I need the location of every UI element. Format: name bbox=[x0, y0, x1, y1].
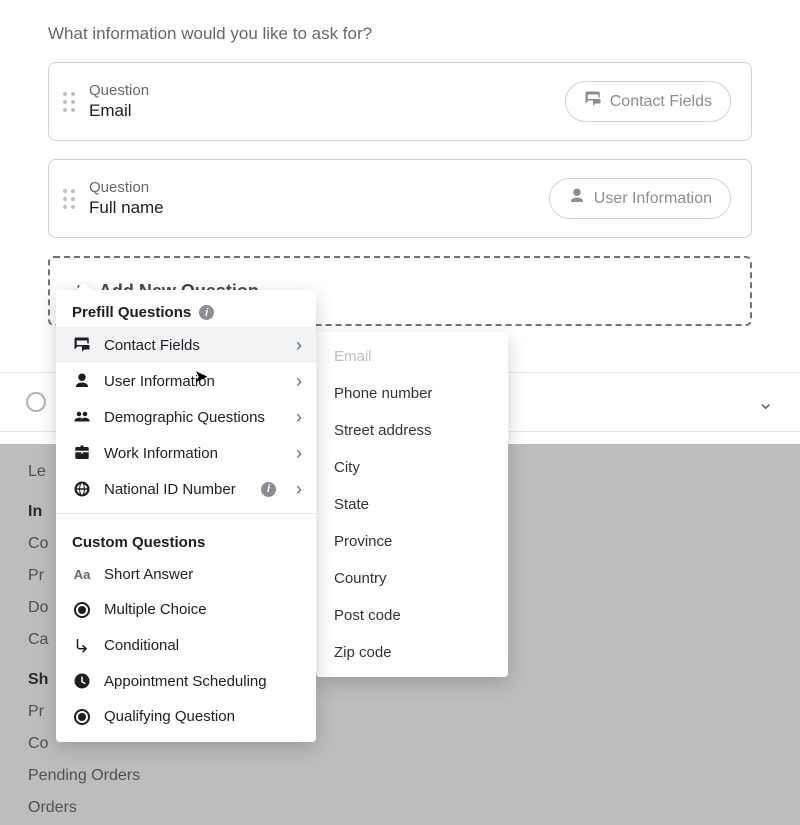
chevron-right-icon: › bbox=[296, 480, 302, 498]
menu-item-label: Conditional bbox=[104, 637, 302, 654]
menu-item-label: Work Information bbox=[104, 445, 284, 462]
menu-item-label: Qualifying Question bbox=[104, 708, 302, 725]
menu-item-user-info[interactable]: User Information › bbox=[56, 363, 316, 399]
chevron-right-icon: › bbox=[296, 444, 302, 462]
briefcase-icon bbox=[72, 444, 92, 462]
drag-handle-icon[interactable] bbox=[63, 92, 75, 112]
menu-item-work-info[interactable]: Work Information › bbox=[56, 435, 316, 471]
chevron-down-icon: ⌄ bbox=[757, 390, 774, 415]
user-icon bbox=[72, 372, 92, 390]
question-label: Question bbox=[89, 179, 535, 196]
submenu-item-country[interactable]: Country bbox=[316, 560, 508, 597]
clock-icon bbox=[72, 672, 92, 690]
chat-icon bbox=[584, 90, 602, 113]
menu-item-label: User Information bbox=[104, 373, 284, 390]
menu-item-qualifying[interactable]: Qualifying Question bbox=[56, 699, 316, 734]
radio-icon bbox=[72, 709, 92, 725]
submenu-item-email[interactable]: Email bbox=[316, 338, 508, 375]
menu-divider bbox=[56, 513, 316, 514]
submenu-item-phone[interactable]: Phone number bbox=[316, 375, 508, 412]
chip-contact-fields[interactable]: Contact Fields bbox=[565, 81, 731, 122]
chip-label: Contact Fields bbox=[610, 93, 712, 111]
chip-user-info[interactable]: User Information bbox=[549, 178, 731, 219]
menu-item-short-answer[interactable]: Aa Short Answer bbox=[56, 557, 316, 592]
menu-item-national-id[interactable]: National ID Number i › bbox=[56, 471, 316, 507]
menu-section-prefill: Prefill Questions i bbox=[56, 290, 316, 327]
question-label: Question bbox=[89, 82, 551, 99]
radio-icon bbox=[26, 392, 46, 412]
info-icon[interactable]: i bbox=[199, 305, 214, 320]
contact-fields-submenu: Email Phone number Street address City S… bbox=[316, 332, 508, 677]
submenu-item-postcode[interactable]: Post code bbox=[316, 597, 508, 634]
menu-item-contact-fields[interactable]: Contact Fields › bbox=[56, 327, 316, 363]
text-icon: Aa bbox=[72, 567, 92, 582]
menu-item-label: Multiple Choice bbox=[104, 601, 302, 618]
question-type-menu: Prefill Questions i Contact Fields › Use… bbox=[56, 290, 316, 742]
info-icon[interactable]: i bbox=[261, 482, 276, 497]
group-icon bbox=[72, 408, 92, 426]
menu-item-appointment[interactable]: Appointment Scheduling bbox=[56, 663, 316, 699]
menu-section-custom: Custom Questions bbox=[56, 520, 316, 557]
submenu-item-zipcode[interactable]: Zip code bbox=[316, 634, 508, 671]
menu-item-label: Short Answer bbox=[104, 566, 302, 583]
menu-section-title-text: Custom Questions bbox=[72, 534, 205, 551]
menu-item-demographic[interactable]: Demographic Questions › bbox=[56, 399, 316, 435]
submenu-item-city[interactable]: City bbox=[316, 449, 508, 486]
section-heading: What information would you like to ask f… bbox=[48, 24, 752, 44]
menu-section-title-text: Prefill Questions bbox=[72, 304, 191, 321]
bg-text: Pending Orders bbox=[28, 760, 140, 792]
menu-item-multiple-choice[interactable]: Multiple Choice bbox=[56, 592, 316, 627]
user-icon bbox=[568, 187, 586, 210]
branch-icon bbox=[72, 636, 92, 654]
chip-label: User Information bbox=[594, 190, 712, 208]
question-body: Question Email bbox=[89, 82, 551, 121]
question-value: Full name bbox=[89, 198, 535, 218]
question-value: Email bbox=[89, 101, 551, 121]
drag-handle-icon[interactable] bbox=[63, 189, 75, 209]
radio-icon bbox=[72, 602, 92, 618]
question-card-fullname[interactable]: Question Full name User Information bbox=[48, 159, 752, 238]
chevron-right-icon: › bbox=[296, 336, 302, 354]
submenu-item-state[interactable]: State bbox=[316, 486, 508, 523]
menu-item-label: National ID Number bbox=[104, 481, 249, 498]
bg-text: Orders bbox=[28, 792, 140, 824]
submenu-item-street[interactable]: Street address bbox=[316, 412, 508, 449]
menu-item-label: Contact Fields bbox=[104, 337, 284, 354]
menu-item-label: Appointment Scheduling bbox=[104, 673, 302, 690]
submenu-item-province[interactable]: Province bbox=[316, 523, 508, 560]
chat-icon bbox=[72, 336, 92, 354]
question-body: Question Full name bbox=[89, 179, 535, 218]
menu-item-label: Demographic Questions bbox=[104, 409, 284, 426]
form-builder: What information would you like to ask f… bbox=[0, 0, 800, 326]
question-card-email[interactable]: Question Email Contact Fields bbox=[48, 62, 752, 141]
globe-icon bbox=[72, 480, 92, 498]
chevron-right-icon: › bbox=[296, 408, 302, 426]
chevron-right-icon: › bbox=[296, 372, 302, 390]
menu-item-conditional[interactable]: Conditional bbox=[56, 627, 316, 663]
